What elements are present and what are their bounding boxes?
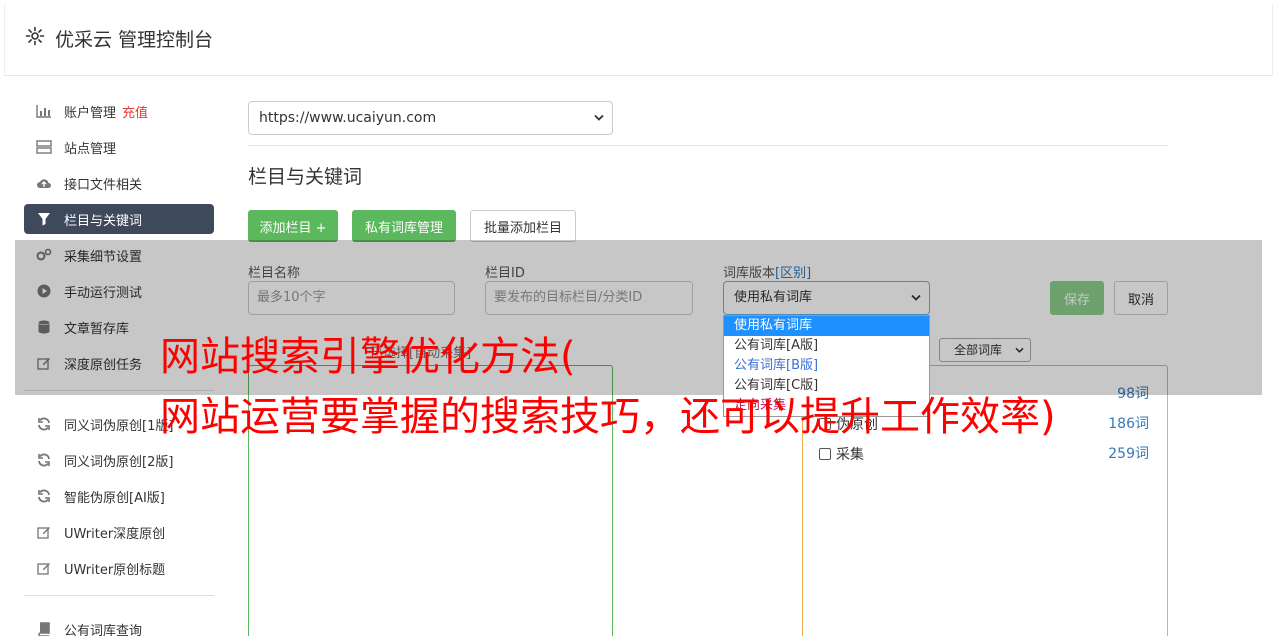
sidebar-item-label: 同义词伪原创[2版]	[64, 454, 174, 470]
app-header: 优采云 管理控制台	[4, 4, 1273, 76]
sidebar-item-label: UWriter原创标题	[64, 562, 166, 578]
library-count[interactable]: 259词	[1108, 443, 1149, 463]
sidebar-item-interface[interactable]: 接口文件相关	[24, 168, 214, 198]
library-row[interactable]: 采集	[819, 444, 864, 464]
dropdown-option[interactable]: 使用私有词库	[724, 316, 929, 336]
sidebar-item-label: 账户管理	[64, 105, 117, 121]
dropdown-option[interactable]: 公有词库[B版]	[724, 356, 929, 376]
sidebar-item-columns[interactable]: 栏目与关键词	[24, 204, 214, 234]
add-column-button[interactable]: 添加栏目 +	[248, 210, 338, 242]
watermark-line-1: 网站搜索引擎优化方法(	[160, 334, 576, 380]
sidebar-item-uwriter-title[interactable]: UWriter原创标题	[24, 553, 214, 583]
sidebar-item-public-lib[interactable]: 公有词库查询	[24, 614, 214, 636]
filter-icon	[36, 211, 52, 227]
edit-icon	[36, 524, 52, 540]
private-lib-button[interactable]: 私有词库管理	[352, 210, 456, 242]
gear-icon	[25, 26, 45, 46]
refresh-icon	[36, 488, 52, 504]
site-select[interactable]: https://www.ucaiyun.com	[248, 101, 613, 135]
refresh-icon	[36, 452, 52, 468]
sidebar-item-synonym-v2[interactable]: 同义词伪原创[2版]	[24, 445, 214, 475]
cloud-upload-icon	[36, 175, 52, 191]
edit-icon	[36, 560, 52, 576]
chevron-down-icon	[594, 114, 604, 121]
sidebar-item-label: 站点管理	[64, 141, 117, 157]
refresh-icon	[36, 416, 52, 432]
sidebar-item-label: 栏目与关键词	[64, 213, 143, 229]
sidebar-item-label: 智能伪原创[AI版]	[64, 490, 165, 506]
sidebar-item-sites[interactable]: 站点管理	[24, 132, 214, 162]
recharge-link[interactable]: 充值	[122, 102, 148, 121]
bar-chart-icon	[36, 103, 52, 119]
dropdown-option[interactable]: 公有词库[A版]	[724, 336, 929, 356]
sidebar-item-ai-rewrite[interactable]: 智能伪原创[AI版]	[24, 481, 214, 511]
checkbox[interactable]	[819, 448, 831, 460]
library-name: 采集	[836, 447, 864, 463]
sidebar-divider	[24, 595, 214, 596]
sidebar-item-label: UWriter深度原创	[64, 526, 166, 542]
divider	[248, 145, 1168, 146]
sidebar-item-uwriter-original[interactable]: UWriter深度原创	[24, 517, 214, 547]
sidebar-item-account[interactable]: 账户管理 充值	[24, 96, 214, 126]
batch-add-button[interactable]: 批量添加栏目	[470, 210, 576, 242]
sidebar-item-label: 同义词伪原创[1版]	[64, 418, 174, 434]
app-title: 优采云 管理控制台	[55, 29, 214, 51]
section-title: 栏目与关键词	[248, 166, 363, 188]
site-select-value: https://www.ucaiyun.com	[259, 110, 437, 126]
sidebar-item-label: 公有词库查询	[64, 623, 143, 636]
watermark-line-2: 网站运营要掌握的搜索技巧，还可以提升工作效率)	[160, 394, 1056, 440]
sidebar-item-label: 接口文件相关	[64, 177, 143, 193]
book-icon	[36, 621, 52, 636]
server-icon	[36, 139, 52, 155]
library-count[interactable]: 186词	[1108, 413, 1149, 433]
